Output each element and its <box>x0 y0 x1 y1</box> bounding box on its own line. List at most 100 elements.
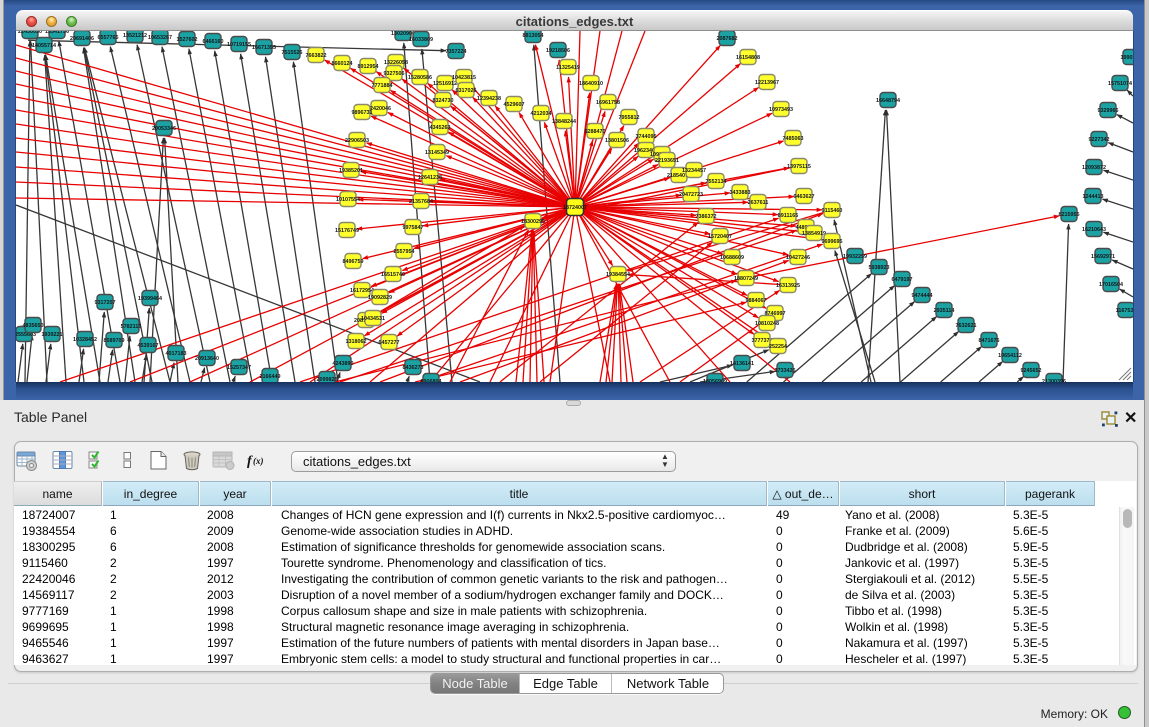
svg-text:8589709: 8589709 <box>104 338 125 344</box>
svg-text:3433883: 3433883 <box>730 190 751 196</box>
svg-text:16313925: 16313925 <box>776 283 800 289</box>
svg-text:13975115: 13975115 <box>787 164 811 170</box>
svg-text:10810248: 10810248 <box>755 321 779 327</box>
svg-text:22430030: 22430030 <box>18 31 42 35</box>
svg-text:16671355: 16671355 <box>252 45 276 51</box>
svg-text:13848244: 13848244 <box>552 119 576 125</box>
svg-text:2557954: 2557954 <box>394 249 415 255</box>
svg-text:15692971: 15692971 <box>1091 254 1115 260</box>
svg-text:8215955: 8215955 <box>1059 212 1080 218</box>
svg-text:9896731: 9896731 <box>352 110 373 116</box>
svg-text:9115460: 9115460 <box>822 208 843 214</box>
svg-text:20472723: 20472723 <box>679 192 703 198</box>
svg-text:9884067: 9884067 <box>746 298 767 304</box>
svg-text:19092829: 19092829 <box>368 295 392 301</box>
svg-text:8813054: 8813054 <box>523 33 544 39</box>
svg-text:13234457: 13234457 <box>682 168 706 174</box>
svg-text:21357684: 21357684 <box>409 199 433 205</box>
svg-text:13854919: 13854919 <box>802 231 826 237</box>
svg-text:3744095: 3744095 <box>636 134 657 140</box>
svg-text:5938923: 5938923 <box>869 265 890 271</box>
svg-text:16961758: 16961758 <box>596 100 620 106</box>
svg-text:10719155: 10719155 <box>227 42 251 48</box>
svg-text:10434531: 10434531 <box>361 316 385 322</box>
svg-text:18300295: 18300295 <box>521 219 545 225</box>
svg-text:15176749: 15176749 <box>335 228 359 234</box>
svg-text:4345263: 4345263 <box>430 125 451 131</box>
svg-text:5288470: 5288470 <box>585 129 606 135</box>
svg-text:8496759: 8496759 <box>343 259 364 265</box>
svg-text:2099828: 2099828 <box>317 377 338 382</box>
svg-text:9699695: 9699695 <box>822 239 843 245</box>
svg-text:9245652: 9245652 <box>1021 368 1042 374</box>
svg-text:5782115: 5782115 <box>121 324 142 330</box>
svg-text:4835650: 4835650 <box>23 323 44 329</box>
svg-text:9329966: 9329966 <box>1098 108 1119 114</box>
svg-text:4212034: 4212034 <box>531 111 552 117</box>
svg-text:19385201: 19385201 <box>339 168 363 174</box>
svg-text:16033809: 16033809 <box>409 37 433 43</box>
svg-text:9327506: 9327506 <box>384 71 405 77</box>
svg-text:18056909: 18056909 <box>703 379 727 382</box>
svg-text:19384554: 19384554 <box>606 272 630 278</box>
svg-text:11325419: 11325419 <box>556 65 580 71</box>
svg-text:6557765: 6557765 <box>98 35 119 41</box>
svg-text:7771884: 7771884 <box>372 83 393 89</box>
svg-text:252254: 252254 <box>769 344 787 350</box>
svg-text:15257347: 15257347 <box>227 365 251 371</box>
svg-text:10423815: 10423815 <box>452 75 476 81</box>
svg-text:13341736: 13341736 <box>45 31 69 35</box>
svg-text:7485063: 7485063 <box>783 136 804 142</box>
svg-text:7663822: 7663822 <box>306 53 327 59</box>
svg-text:13521212: 13521212 <box>123 33 147 39</box>
svg-text:7386372: 7386372 <box>696 214 717 220</box>
svg-text:19932259: 19932259 <box>843 254 867 260</box>
svg-text:9474444: 9474444 <box>912 293 933 299</box>
svg-text:12394238: 12394238 <box>477 96 501 102</box>
svg-text:9227342: 9227342 <box>1089 137 1110 143</box>
svg-text:6317026: 6317026 <box>456 88 477 94</box>
svg-text:15720407: 15720407 <box>708 234 732 240</box>
svg-text:22906503: 22906503 <box>345 138 369 144</box>
svg-text:15751074: 15751074 <box>1108 81 1132 87</box>
svg-text:22193651: 22193651 <box>655 158 679 164</box>
svg-text:16154808: 16154808 <box>736 55 760 61</box>
svg-text:20913640: 20913640 <box>195 356 219 362</box>
svg-text:13801506: 13801506 <box>605 138 629 144</box>
svg-text:4529607: 4529607 <box>504 102 525 108</box>
svg-text:6466160: 6466160 <box>203 39 224 45</box>
svg-text:21300396: 21300396 <box>1042 379 1066 382</box>
svg-text:4539167: 4539167 <box>138 343 159 349</box>
svg-text:18640910: 18640910 <box>579 81 603 87</box>
svg-text:10973493: 10973493 <box>769 107 793 113</box>
svg-text:16648794: 16648794 <box>876 98 900 104</box>
svg-text:1733426: 1733426 <box>775 368 796 374</box>
svg-text:12213967: 12213967 <box>755 80 779 86</box>
svg-text:8324730: 8324730 <box>433 98 454 104</box>
svg-text:10107554: 10107554 <box>336 197 360 203</box>
svg-text:9975847: 9975847 <box>403 225 424 231</box>
svg-text:16210643: 16210643 <box>1082 227 1106 233</box>
svg-text:18807249: 18807249 <box>734 276 758 282</box>
svg-text:4243890: 4243890 <box>333 361 354 367</box>
svg-text:9463627: 9463627 <box>794 194 815 200</box>
svg-text:8436273: 8436273 <box>403 365 424 371</box>
svg-text:9317207: 9317207 <box>95 300 116 306</box>
svg-text:2935114: 2935114 <box>934 308 955 314</box>
svg-text:12093872: 12093872 <box>1082 165 1106 171</box>
svg-text:14136141: 14136141 <box>730 361 754 367</box>
svg-text:12641238: 12641238 <box>418 175 442 181</box>
svg-text:20053346: 20053346 <box>152 126 176 132</box>
svg-text:13145349: 13145349 <box>425 150 449 156</box>
svg-text:2166449: 2166449 <box>260 374 281 380</box>
svg-text:15280586: 15280586 <box>408 75 432 81</box>
svg-text:1167534: 1167534 <box>1116 308 1133 314</box>
svg-text:7515526: 7515526 <box>282 50 303 56</box>
svg-text:18724007: 18724007 <box>563 205 587 211</box>
svg-text:8911165: 8911165 <box>778 213 798 219</box>
svg-text:10688609: 10688609 <box>720 255 744 261</box>
svg-text:20691406: 20691406 <box>70 36 94 42</box>
svg-text:1527602: 1527602 <box>177 37 198 43</box>
svg-text:2637611: 2637611 <box>748 200 769 206</box>
svg-text:7357224: 7357224 <box>446 49 467 55</box>
